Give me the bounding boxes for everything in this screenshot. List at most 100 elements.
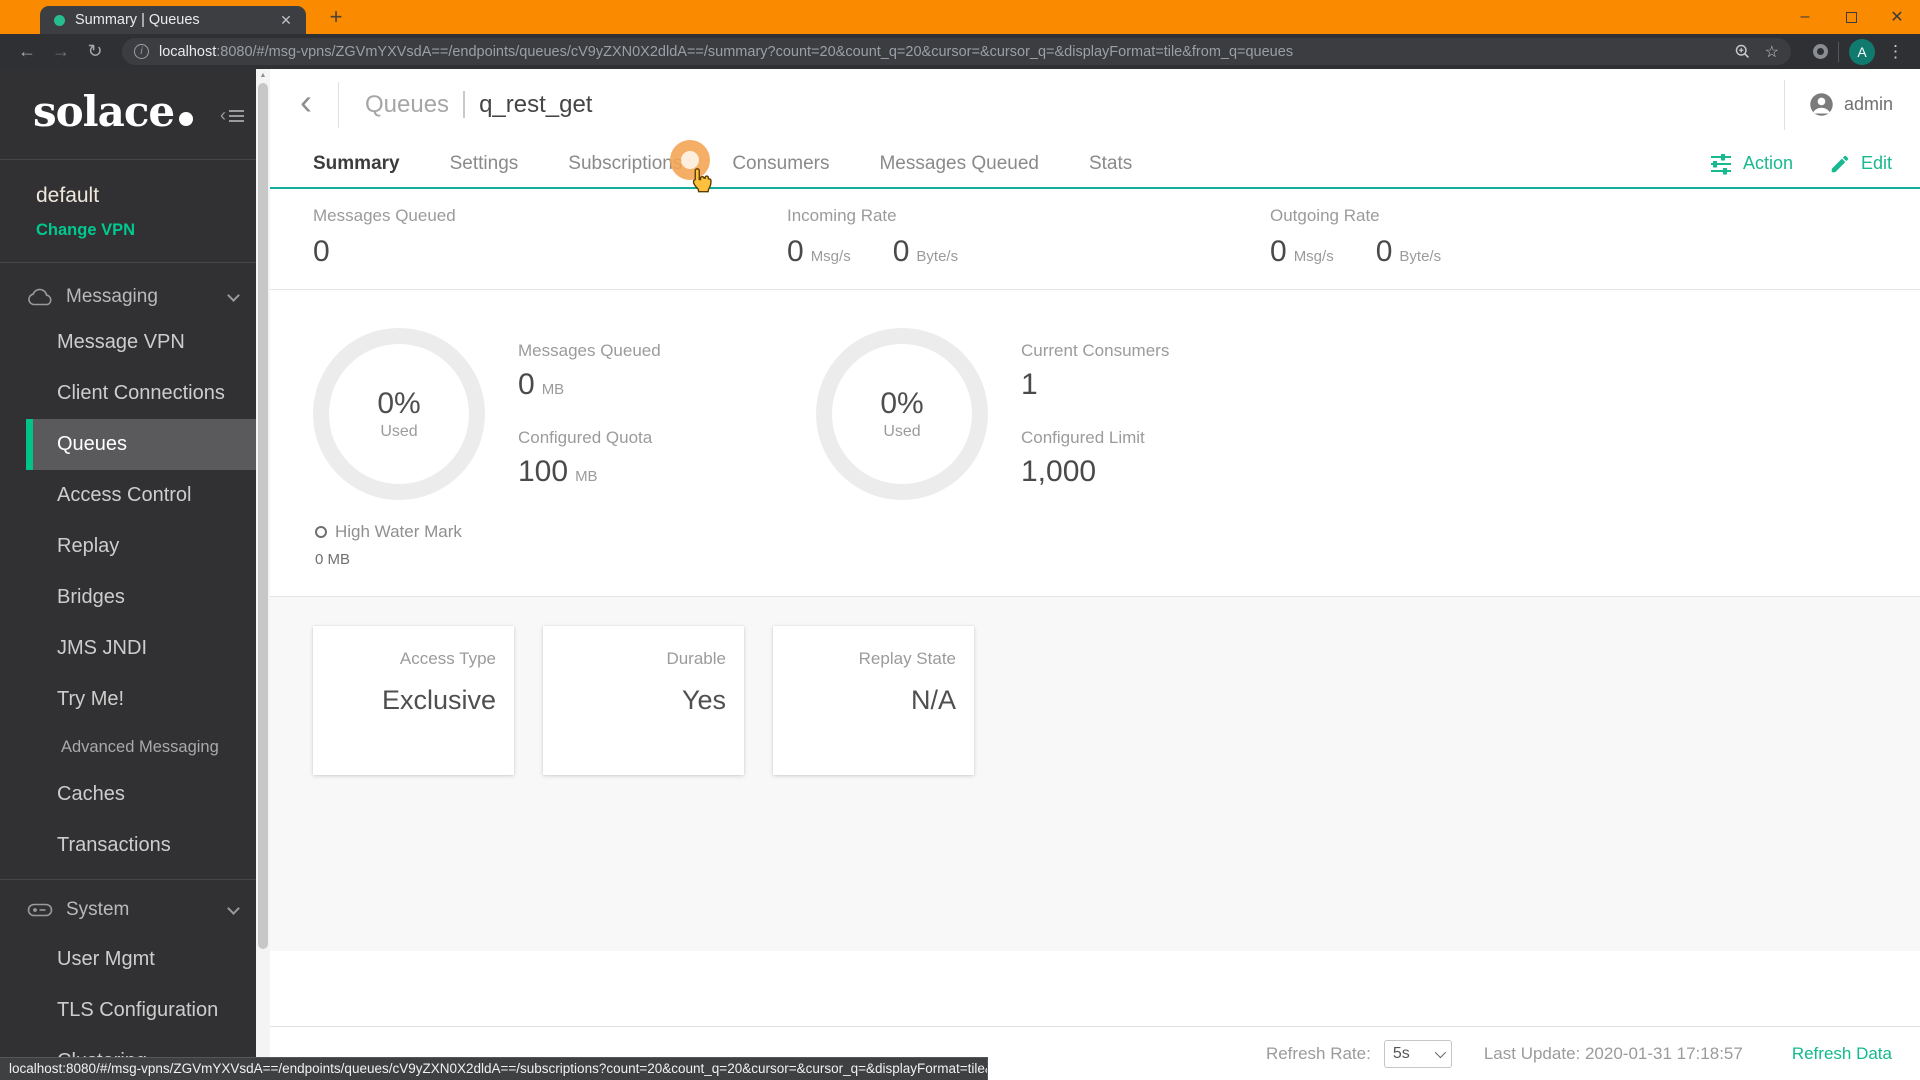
profile-avatar[interactable]: A (1849, 39, 1875, 65)
sidebar-item-message-vpn[interactable]: Message VPN (0, 317, 256, 368)
action-label: Action (1743, 153, 1793, 174)
window-minimize-button[interactable]: – (1782, 0, 1828, 34)
scrollbar-up-icon[interactable]: ▲ (256, 72, 270, 79)
scrollbar-thumb[interactable] (258, 83, 268, 949)
stat-value: 0 (893, 235, 910, 269)
tab-close-icon[interactable]: ✕ (276, 12, 296, 29)
sidebar-items-messaging: Message VPN Client Connections Queues Ac… (0, 317, 256, 871)
forward-icon[interactable]: → (44, 41, 78, 62)
sidebar-item-tls-configuration[interactable]: TLS Configuration (0, 985, 256, 1036)
sidebar-group-system[interactable]: System (0, 886, 256, 934)
kv-value: 0 (518, 368, 535, 402)
sidebar-item-advanced-messaging[interactable]: Advanced Messaging (0, 725, 256, 769)
sidebar-item-transactions[interactable]: Transactions (0, 820, 256, 871)
window-maximize-button[interactable] (1828, 0, 1874, 34)
refresh-rate-select[interactable]: 5s (1384, 1040, 1452, 1068)
tab-subscriptions[interactable]: Subscriptions (568, 153, 682, 175)
sidebar-item-try-me[interactable]: Try Me! (0, 674, 256, 725)
tab-settings[interactable]: Settings (450, 153, 519, 175)
browser-toolbar: ← → ↻ i localhost:8080/#/msg-vpns/ZGVmYX… (0, 34, 1920, 69)
tab-stats[interactable]: Stats (1089, 153, 1132, 175)
logo-text: solace (33, 87, 174, 136)
link-preview-status-bar: localhost:8080/#/msg-vpns/ZGVmYXVsdA==/e… (0, 1057, 988, 1080)
info-cards: Access Type Exclusive Durable Yes Replay… (270, 597, 1920, 951)
tab-consumers[interactable]: Consumers (732, 153, 829, 175)
browser-tab[interactable]: Summary | Queues ✕ (40, 6, 306, 34)
extension-icon[interactable] (1813, 44, 1828, 59)
new-tab-button[interactable]: + (322, 4, 350, 32)
window-close-button[interactable]: ✕ (1874, 0, 1920, 34)
stat-value: 0 (1270, 235, 1287, 269)
kv-value: 100 (518, 455, 568, 489)
address-bar[interactable]: i localhost:8080/#/msg-vpns/ZGVmYXVsdA==… (122, 38, 1791, 65)
tab-messages-queued[interactable]: Messages Queued (879, 153, 1039, 175)
stat-unit: Byte/s (1399, 248, 1441, 265)
tab-title: Summary | Queues (75, 12, 276, 28)
change-vpn-link[interactable]: Change VPN (36, 221, 256, 240)
gauge-percent: 0% (377, 387, 420, 421)
kv-value: 1,000 (1021, 455, 1096, 489)
group-label-system: System (66, 899, 129, 921)
card-value: Yes (543, 685, 726, 716)
sidebar-item-client-connections[interactable]: Client Connections (0, 368, 256, 419)
vpn-name: default (36, 184, 256, 208)
sidebar-item-caches[interactable]: Caches (0, 769, 256, 820)
broker-capsule-icon (27, 901, 53, 919)
window-controls: – ✕ (1782, 0, 1920, 34)
browser-menu-icon[interactable]: ⋮ (1887, 42, 1904, 62)
hamburger-icon (229, 107, 244, 125)
stat-unit: Msg/s (811, 248, 851, 265)
username-label[interactable]: admin (1844, 94, 1893, 115)
gauge-used-label: Used (883, 423, 920, 441)
toolbar-separator (1838, 42, 1839, 62)
sidebar-item-access-control[interactable]: Access Control (0, 470, 256, 521)
url-host: localhost (159, 44, 216, 60)
edit-button[interactable]: Edit (1829, 153, 1892, 175)
sidebar-item-replay[interactable]: Replay (0, 521, 256, 572)
card-label: Access Type (313, 649, 496, 669)
action-button[interactable]: Action (1709, 153, 1793, 175)
refresh-data-link[interactable]: Refresh Data (1792, 1044, 1892, 1064)
sidebar-logo-row: solace ‹ (0, 69, 256, 160)
page-title: q_rest_get (479, 91, 592, 119)
stat-unit: Msg/s (1294, 248, 1334, 265)
sidebar-item-bridges[interactable]: Bridges (0, 572, 256, 623)
sidebar-item-queues[interactable]: Queues (26, 419, 256, 470)
gauge-percent: 0% (880, 387, 923, 421)
tab-summary[interactable]: Summary (313, 153, 400, 175)
back-button[interactable]: ‹ (300, 84, 312, 120)
site-info-icon[interactable]: i (134, 44, 149, 59)
logo-dot-icon (179, 112, 193, 126)
back-icon[interactable]: ← (10, 41, 44, 62)
kv-label: Configured Limit (1021, 428, 1259, 448)
breadcrumb-section[interactable]: Queues (365, 91, 449, 119)
gauge-section: 0% Used Messages Queued 0MB Configured Q… (270, 290, 1920, 597)
url-text[interactable]: localhost:8080/#/msg-vpns/ZGVmYXVsdA==/e… (159, 44, 1720, 60)
solace-logo: solace (33, 87, 193, 136)
kv-label: Configured Quota (518, 428, 756, 448)
card-label: Replay State (773, 649, 956, 669)
sidebar-item-jms-jndi[interactable]: JMS JNDI (0, 623, 256, 674)
refresh-rate-value: 5s (1393, 1045, 1410, 1063)
bookmark-star-icon[interactable]: ☆ (1765, 42, 1779, 62)
sidebar-scrollbar[interactable]: ▲ (256, 69, 270, 1080)
card-access-type: Access Type Exclusive (313, 626, 514, 775)
sidebar-divider (0, 879, 256, 880)
sidebar-item-user-mgmt[interactable]: User Mgmt (0, 934, 256, 985)
gauge-used-label: Used (380, 423, 417, 441)
kv-unit: MB (542, 381, 565, 398)
reload-icon[interactable]: ↻ (78, 41, 112, 62)
zoom-page-icon[interactable] (1734, 43, 1751, 60)
pencil-icon (1829, 153, 1851, 175)
browser-titlebar: Summary | Queues ✕ + – ✕ (0, 0, 1920, 34)
sidebar-collapse-button[interactable]: ‹ (220, 105, 244, 126)
hwm-value: 0 MB (315, 551, 462, 568)
refresh-rate-label: Refresh Rate: (1266, 1044, 1371, 1064)
card-replay-state: Replay State N/A (773, 626, 974, 775)
tab-bar: Summary Settings Subscriptions Consumers… (270, 140, 1920, 189)
tab-favicon-icon (54, 15, 65, 26)
card-value: N/A (773, 685, 956, 716)
sidebar-group-messaging[interactable]: Messaging (0, 277, 256, 317)
edit-label: Edit (1861, 153, 1892, 174)
consumers-gauge: 0% Used (816, 328, 988, 500)
